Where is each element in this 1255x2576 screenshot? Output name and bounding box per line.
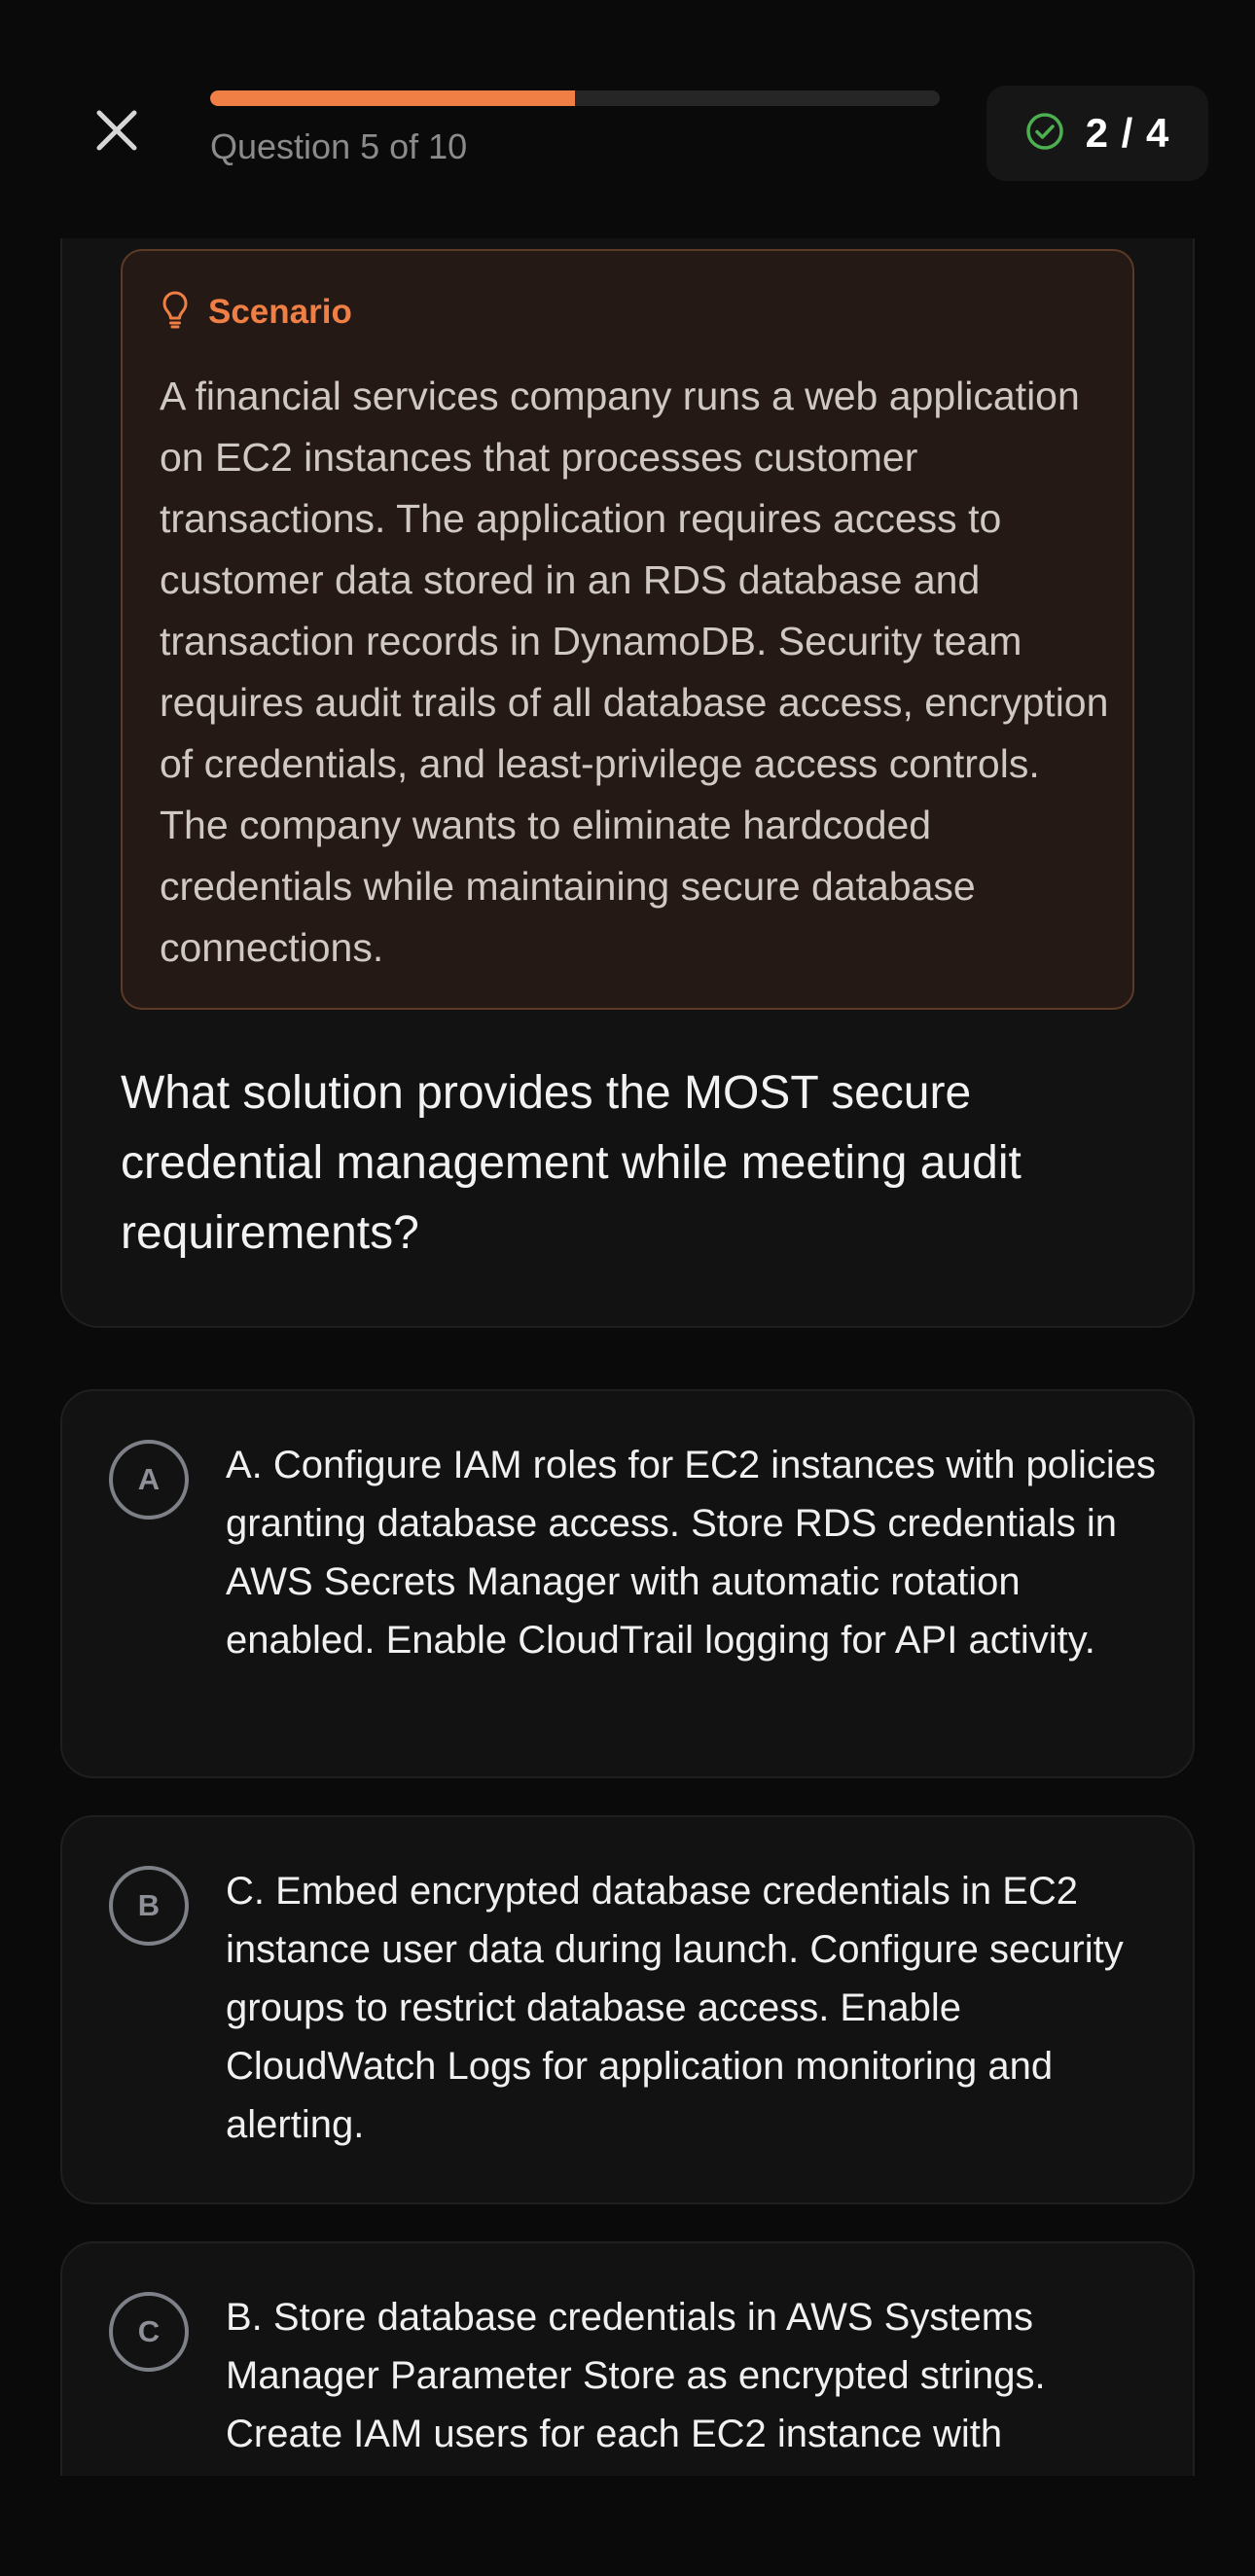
progress-bar (210, 90, 940, 106)
option-b[interactable]: B C. Embed encrypted database credential… (60, 1815, 1195, 2204)
close-icon (95, 109, 138, 157)
score-badge: 2 / 4 (986, 86, 1208, 181)
scenario-header: Scenario (161, 290, 352, 334)
option-text-c: B. Store database credentials in AWS Sys… (226, 2296, 1046, 2455)
progress-bar-fill (210, 90, 575, 106)
bottom-safe-area (0, 2476, 1255, 2576)
scenario-title: Scenario (208, 292, 352, 331)
close-button[interactable] (82, 97, 152, 167)
progress-label: Question 5 of 10 (210, 126, 468, 166)
scenario-box: Scenario A financial services company ru… (121, 249, 1134, 1010)
option-text-b: C. Embed encrypted database credentials … (226, 1870, 1124, 2146)
option-letter-a: A (109, 1440, 189, 1520)
score-text: 2 / 4 (1085, 110, 1170, 156)
option-letter-c: C (109, 2292, 189, 2372)
scenario-text: A financial services company runs a web … (160, 374, 1109, 970)
option-text-a: A. Configure IAM roles for EC2 instances… (226, 1444, 1156, 1662)
quiz-screen: Scenario A financial services company ru… (0, 0, 1255, 2576)
option-a[interactable]: A A. Configure IAM roles for EC2 instanc… (60, 1389, 1195, 1778)
check-circle-icon (1025, 112, 1064, 156)
question-text: What solution provides the MOST secure c… (121, 1067, 1022, 1259)
option-letter-b: B (109, 1866, 189, 1946)
quiz-header: Question 5 of 10 2 / 4 (0, 0, 1255, 238)
lightbulb-icon (161, 290, 189, 334)
